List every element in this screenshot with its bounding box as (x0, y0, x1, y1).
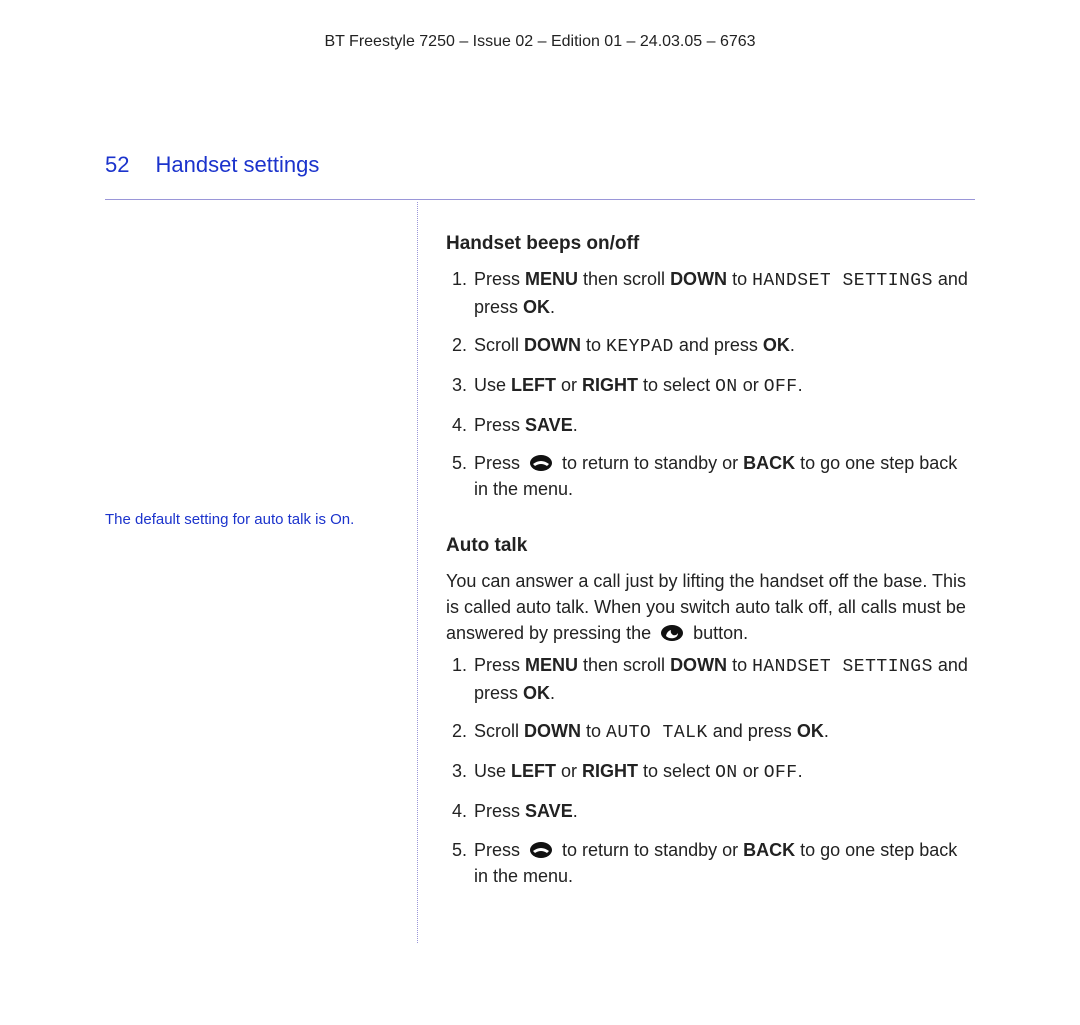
lcd-text: AUTO TALK (606, 723, 708, 743)
step-item: Scroll DOWN to KEYPAD and press OK. (472, 332, 975, 360)
step-item: Press to return to standby or BACK to go… (472, 837, 975, 889)
content-columns: The default setting for auto talk is On.… (105, 202, 975, 943)
bold-key: DOWN (670, 655, 727, 675)
text: . (798, 375, 803, 395)
steps-list: Press MENU then scroll DOWN to HANDSET S… (446, 652, 975, 889)
text: or (556, 375, 582, 395)
text: Press (474, 840, 525, 860)
sidebar-note-auto-talk: The default setting for auto talk is On. (105, 510, 401, 530)
text: . (790, 335, 795, 355)
lcd-text: ON (715, 377, 738, 397)
text: . (573, 801, 578, 821)
bold-key: RIGHT (582, 761, 638, 781)
horizontal-rule (105, 199, 975, 200)
section-heading: Auto talk (446, 532, 975, 560)
text: or (738, 761, 764, 781)
text: or (738, 375, 764, 395)
text: Scroll (474, 335, 524, 355)
step-item: Use LEFT or RIGHT to select ON or OFF. (472, 372, 975, 400)
text: Scroll (474, 721, 524, 741)
bold-key: LEFT (511, 375, 556, 395)
phone-end-icon (529, 454, 553, 472)
bold-key: BACK (743, 840, 795, 860)
text: Press (474, 415, 525, 435)
text: then scroll (578, 269, 670, 289)
lcd-text: ON (715, 763, 738, 783)
step-item: Press MENU then scroll DOWN to HANDSET S… (472, 266, 975, 320)
step-item: Use LEFT or RIGHT to select ON or OFF. (472, 758, 975, 786)
text: . (824, 721, 829, 741)
section-handset-beeps: Handset beeps on/off Press MENU then scr… (446, 230, 975, 502)
text: to (581, 721, 606, 741)
bold-key: DOWN (670, 269, 727, 289)
text: then scroll (578, 655, 670, 675)
text: to (727, 269, 752, 289)
text: Use (474, 375, 511, 395)
bold-key: OK (763, 335, 790, 355)
text: to return to standby or (557, 453, 743, 473)
text: or (556, 761, 582, 781)
step-item: Scroll DOWN to AUTO TALK and press OK. (472, 718, 975, 746)
step-item: Press MENU then scroll DOWN to HANDSET S… (472, 652, 975, 706)
main-content: Handset beeps on/off Press MENU then scr… (418, 202, 975, 943)
text: to (581, 335, 606, 355)
text: to return to standby or (557, 840, 743, 860)
bold-key: BACK (743, 453, 795, 473)
sidebar: The default setting for auto talk is On. (105, 202, 417, 943)
bold-key: DOWN (524, 335, 581, 355)
bold-key: MENU (525, 655, 578, 675)
text: to (727, 655, 752, 675)
lcd-text: OFF (764, 377, 798, 397)
section-auto-talk: Auto talk You can answer a call just by … (446, 532, 975, 888)
lcd-text: HANDSET SETTINGS (752, 271, 933, 291)
lcd-text: OFF (764, 763, 798, 783)
text: and press (674, 335, 763, 355)
text: Press (474, 801, 525, 821)
text: Press (474, 453, 525, 473)
page-title: Handset settings (155, 149, 319, 181)
text: Press (474, 655, 525, 675)
manual-page: BT Freestyle 7250 – Issue 02 – Edition 0… (0, 0, 1080, 1003)
text: . (550, 297, 555, 317)
document-header: BT Freestyle 7250 – Issue 02 – Edition 0… (105, 30, 975, 53)
intro-paragraph: You can answer a call just by lifting th… (446, 568, 975, 646)
bold-key: OK (797, 721, 824, 741)
text: . (550, 683, 555, 703)
bold-key: SAVE (525, 415, 573, 435)
bold-key: OK (523, 683, 550, 703)
section-heading: Handset beeps on/off (446, 230, 975, 258)
step-item: Press to return to standby or BACK to go… (472, 450, 975, 502)
bold-key: OK (523, 297, 550, 317)
bold-key: LEFT (511, 761, 556, 781)
text: to select (638, 375, 715, 395)
text: . (798, 761, 803, 781)
text: . (573, 415, 578, 435)
bold-key: SAVE (525, 801, 573, 821)
text: to select (638, 761, 715, 781)
text: Press (474, 269, 525, 289)
lcd-text: HANDSET SETTINGS (752, 657, 933, 677)
step-item: Press SAVE. (472, 412, 975, 438)
page-number: 52 (105, 149, 129, 181)
text: and press (708, 721, 797, 741)
step-item: Press SAVE. (472, 798, 975, 824)
phone-talk-icon (660, 624, 684, 642)
text: button. (688, 623, 748, 643)
bold-key: RIGHT (582, 375, 638, 395)
bold-key: MENU (525, 269, 578, 289)
bold-key: DOWN (524, 721, 581, 741)
text: Use (474, 761, 511, 781)
steps-list: Press MENU then scroll DOWN to HANDSET S… (446, 266, 975, 503)
lcd-text: KEYPAD (606, 337, 674, 357)
page-title-row: 52 Handset settings (105, 149, 975, 181)
phone-end-icon (529, 841, 553, 859)
